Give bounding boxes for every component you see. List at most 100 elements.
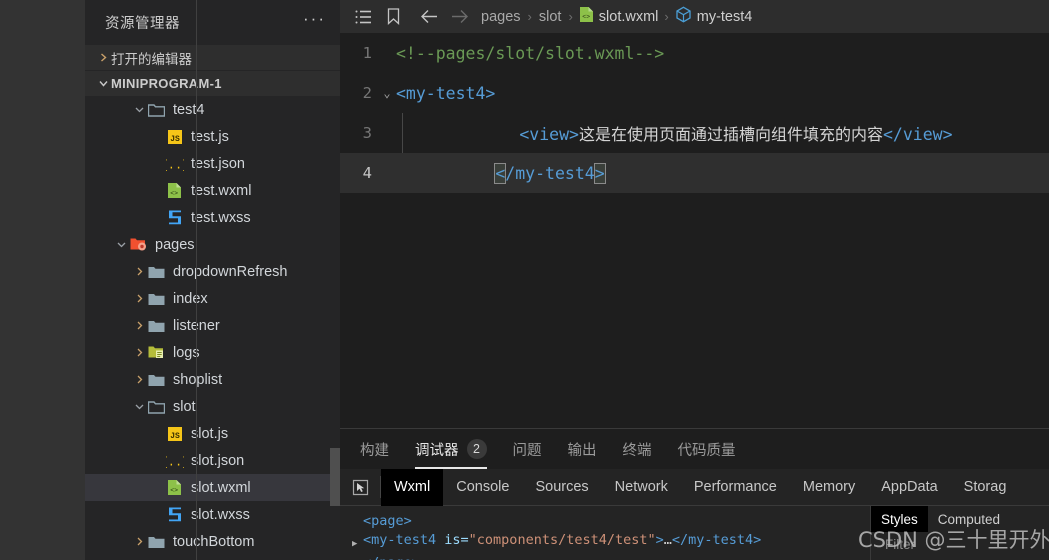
chevron-down-icon[interactable] (131, 402, 147, 411)
panel-tab-0[interactable]: 构建 (360, 429, 389, 469)
chevron-right-icon[interactable] (131, 294, 147, 303)
fold-chevron-icon[interactable]: ⌄ (378, 86, 396, 100)
panel-tab-2[interactable]: 问题 (513, 429, 542, 469)
breadcrumb-bar: pages › slot › <> slot.wxml › my-test4 (340, 0, 1049, 33)
panel-tab-3[interactable]: 输出 (568, 429, 597, 469)
js-file-icon: JS (165, 127, 184, 146)
tree-item-slot-json[interactable]: {..} slot.json (85, 447, 340, 474)
chevron-down-icon[interactable] (131, 105, 147, 114)
editor-area: pages › slot › <> slot.wxml › my-test4 1… (340, 0, 1049, 560)
tree-item-index[interactable]: index (85, 285, 340, 312)
svg-text:{..}: {..} (166, 455, 184, 469)
tree-item-test-wxss[interactable]: test.wxss (85, 204, 340, 231)
inspect-cursor-icon[interactable] (340, 469, 380, 506)
chevron-right-icon (95, 53, 111, 62)
line-4-code: </my-test4> (396, 145, 606, 202)
tree-item-slot[interactable]: slot (85, 393, 340, 420)
chevron-right-icon[interactable] (131, 267, 147, 276)
wxml-node-mytest4[interactable]: ▶ <my-test4 is="components/test4/test">…… (352, 531, 870, 554)
wxml-file-icon: <> (165, 181, 184, 200)
svg-text:<>: <> (170, 190, 178, 197)
devtools-tab-performance[interactable]: Performance (681, 469, 790, 506)
tree-indent-guide (196, 0, 197, 560)
editor-line-4[interactable]: 4 </my-test4> (340, 153, 1049, 193)
tree-item-pages[interactable]: pages (85, 231, 340, 258)
devtools-tab-console[interactable]: Console (443, 469, 522, 506)
wxml-file-icon: <> (165, 478, 184, 497)
wxml-tree[interactable]: <page> ▶ <my-test4 is="components/test4/… (340, 506, 870, 560)
folder-icon (147, 532, 166, 551)
tree-item-dropdownrefresh[interactable]: dropdownRefresh (85, 258, 340, 285)
tree-item-label: index (173, 290, 208, 307)
back-arrow-icon[interactable] (414, 2, 444, 32)
wxml-ellipsis: … (663, 532, 672, 548)
tree-item-label: slot.wxml (191, 479, 251, 496)
tree-item-label: test.wxss (191, 209, 251, 226)
wxml-node-page[interactable]: <page> (352, 512, 870, 531)
devtools-tab-label: Performance (693, 479, 777, 495)
forward-arrow-icon[interactable] (444, 2, 474, 32)
devtools-tab-label: Wxml (394, 479, 431, 495)
tree-item-slot-wxss[interactable]: slot.wxss (85, 501, 340, 528)
wxml-line-1: <page> (363, 513, 412, 529)
tree-item-logs[interactable]: logs (85, 339, 340, 366)
line-3-close-tag: </view> (882, 125, 953, 144)
devtools-tab-memory[interactable]: Memory (790, 469, 868, 506)
chevron-down-icon[interactable] (113, 240, 129, 249)
tree-item-touchbottom[interactable]: touchBottom (85, 528, 340, 555)
devtools-tab-network[interactable]: Network (602, 469, 681, 506)
panel-tab-label: 输出 (567, 442, 597, 459)
watermark: CSDN @三十里开外 (858, 528, 1049, 552)
tree-item-slot-js[interactable]: JS slot.js (85, 420, 340, 447)
line-3-text: 这是在使用页面通过插槽向组件填充的内容 (578, 125, 883, 144)
activity-bar[interactable] (0, 0, 85, 560)
chevron-right-icon[interactable] (131, 537, 147, 546)
devtools-tab-sources[interactable]: Sources (522, 469, 601, 506)
breadcrumb-item-file[interactable]: <> slot.wxml (579, 6, 658, 27)
section-open-editors[interactable]: 打开的编辑器 (85, 44, 340, 70)
devtools-tab-wxml[interactable]: Wxml (381, 468, 444, 506)
devtools-tab-label: AppData (881, 479, 938, 495)
bookmark-icon[interactable] (378, 2, 408, 32)
more-actions-icon[interactable]: ··· (303, 10, 326, 30)
devtools-tab-label: Sources (535, 479, 589, 495)
tree-item-label: slot.wxss (191, 506, 250, 523)
wxml-close-tag: </my-test4> (671, 532, 762, 548)
panel-tab-4[interactable]: 终端 (623, 429, 652, 469)
panel-tab-5[interactable]: 代码质量 (678, 429, 736, 469)
panel-tab-label: 终端 (622, 442, 652, 459)
tree-item-test4[interactable]: test4 (85, 96, 340, 123)
tree-item-listener[interactable]: listener (85, 312, 340, 339)
tree-item-label: slot.json (191, 452, 245, 469)
devtools-tab-storag[interactable]: Storag (951, 469, 1020, 506)
devtools-tabs: Wxml Console Sources Network Performance Memo… (381, 468, 1020, 506)
tree-item-slot-wxml[interactable]: <> slot.wxml (85, 474, 340, 501)
tree-item-test-wxml[interactable]: <> test.wxml (85, 177, 340, 204)
section-workspace-label: MINIPROGRAM-1 (111, 76, 222, 91)
panel-tab-label: 调试器 (415, 442, 459, 459)
expand-triangle-icon[interactable]: ▶ (352, 531, 363, 554)
line-number: 4 (362, 164, 372, 182)
line-number: 1 (362, 44, 372, 62)
chevron-right-icon[interactable] (131, 348, 147, 357)
tree-item-shoplist[interactable]: shoplist (85, 366, 340, 393)
tree-item-test-json[interactable]: {..} test.json (85, 150, 340, 177)
breadcrumb-item-slot[interactable]: slot (538, 9, 563, 25)
sidebar-scrollbar[interactable] (330, 448, 340, 506)
editor-line-1[interactable]: 1 <!--pages/slot/slot.wxml--> (340, 33, 1049, 73)
tree-item-label: test.wxml (191, 182, 252, 199)
panel-tab-label: 构建 (360, 442, 389, 459)
code-editor[interactable]: 1 <!--pages/slot/slot.wxml--> 2 ⌄ <my-te… (340, 33, 1049, 428)
devtools-tab-label: Storag (963, 479, 1007, 495)
section-workspace[interactable]: MINIPROGRAM-1 (85, 70, 340, 96)
chevron-down-icon (95, 79, 111, 88)
list-icon[interactable] (348, 2, 378, 32)
explorer-sidebar: 资源管理器 ··· 打开的编辑器 MINIPROGRAM-1 test4 JS te… (85, 0, 340, 560)
chevron-right-icon[interactable] (131, 321, 147, 330)
chevron-right-icon[interactable] (131, 375, 147, 384)
breadcrumb-item-symbol[interactable]: my-test4 (675, 6, 752, 27)
breadcrumb-item-pages[interactable]: pages (480, 9, 522, 25)
tree-item-test-js[interactable]: JS test.js (85, 123, 340, 150)
panel-tab-1[interactable]: 调试器 2 (415, 429, 487, 469)
devtools-tab-appdata[interactable]: AppData (868, 469, 950, 506)
